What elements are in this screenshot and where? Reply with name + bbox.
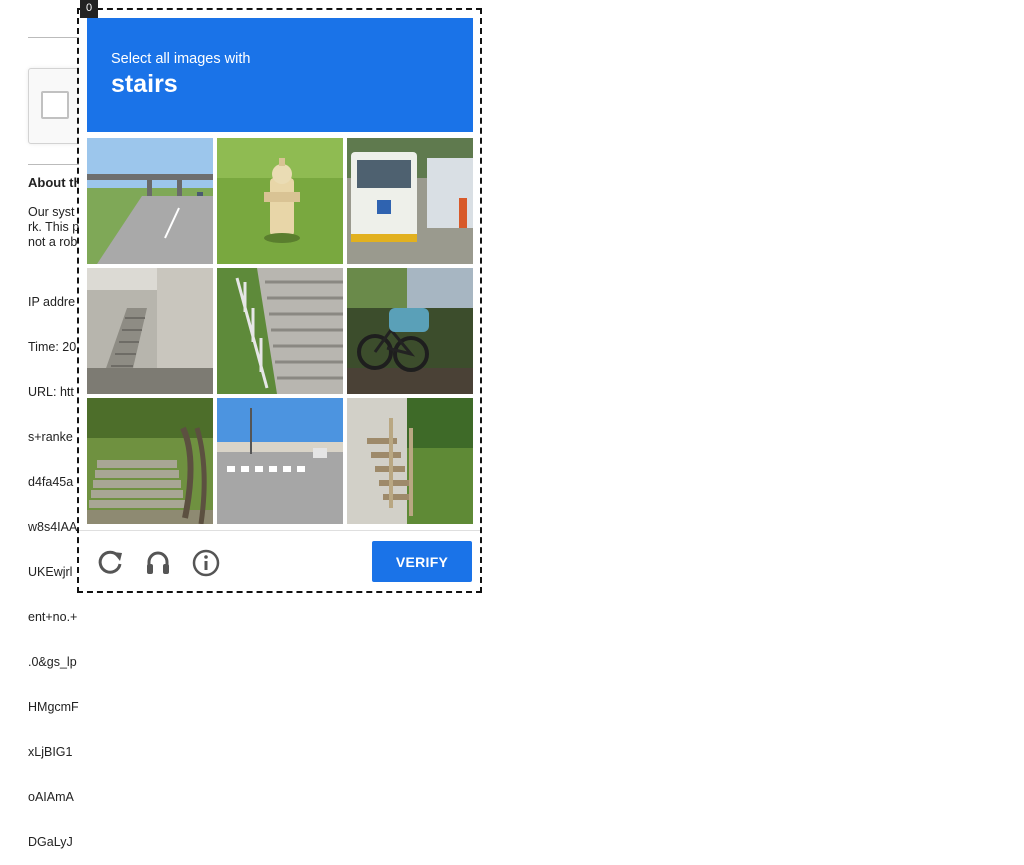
detail-line: xLjBIG1 [28, 745, 73, 759]
text-line: not a rob [28, 235, 78, 249]
text-line: Our syst [28, 205, 75, 219]
verify-button[interactable]: VERIFY [372, 541, 472, 582]
image-tile-bicycle[interactable] [347, 268, 473, 394]
image-tile-bus[interactable] [347, 138, 473, 264]
footer-divider [79, 530, 480, 531]
detail-line: IP addre [28, 295, 76, 309]
challenge-target: stairs [111, 70, 178, 98]
about-heading: About th [28, 175, 82, 190]
reload-icon[interactable] [95, 548, 125, 578]
detail-line: d4fa45a [28, 475, 74, 489]
request-details: IP addre Time: 20 URL: htt s+ranke d4fa4… [28, 265, 79, 865]
image-tile-wooden-stairs[interactable] [347, 398, 473, 524]
challenge-index-badge: 0 [80, 0, 98, 18]
detail-line: s+ranke [28, 430, 73, 444]
explanation-text: Our syst rk. This p not a rob [28, 205, 79, 250]
info-icon[interactable] [191, 548, 221, 578]
recaptcha-checkbox[interactable] [41, 91, 69, 119]
headphones-icon[interactable] [143, 548, 173, 578]
text-line: rk. This p [28, 220, 80, 234]
image-tile-concrete-stairs[interactable] [87, 268, 213, 394]
image-tile-fire-hydrant[interactable] [217, 138, 343, 264]
detail-line: UKEwjrl [28, 565, 73, 579]
detail-line: w8s4IAA [28, 520, 78, 534]
captcha-challenge-dialog: Select all images with stairs VERIFY [77, 8, 482, 593]
detail-line: URL: htt [28, 385, 74, 399]
detail-line: ent+no.+ [28, 610, 78, 624]
image-tile-crosswalk[interactable] [217, 398, 343, 524]
challenge-instruction: Select all images with [111, 51, 251, 67]
image-tile-outdoor-stairs[interactable] [217, 268, 343, 394]
detail-line: DGaLyJ [28, 835, 73, 849]
detail-line: .0&gs_lp [28, 655, 77, 669]
detail-line: HMgcmF [28, 700, 79, 714]
image-grid [87, 138, 473, 524]
challenge-header: Select all images with stairs [87, 18, 473, 132]
detail-line: oAIAmA [28, 790, 74, 804]
image-tile-highway-overpass[interactable] [87, 138, 213, 264]
image-tile-park-stairs[interactable] [87, 398, 213, 524]
detail-line: Time: 20 [28, 340, 77, 354]
